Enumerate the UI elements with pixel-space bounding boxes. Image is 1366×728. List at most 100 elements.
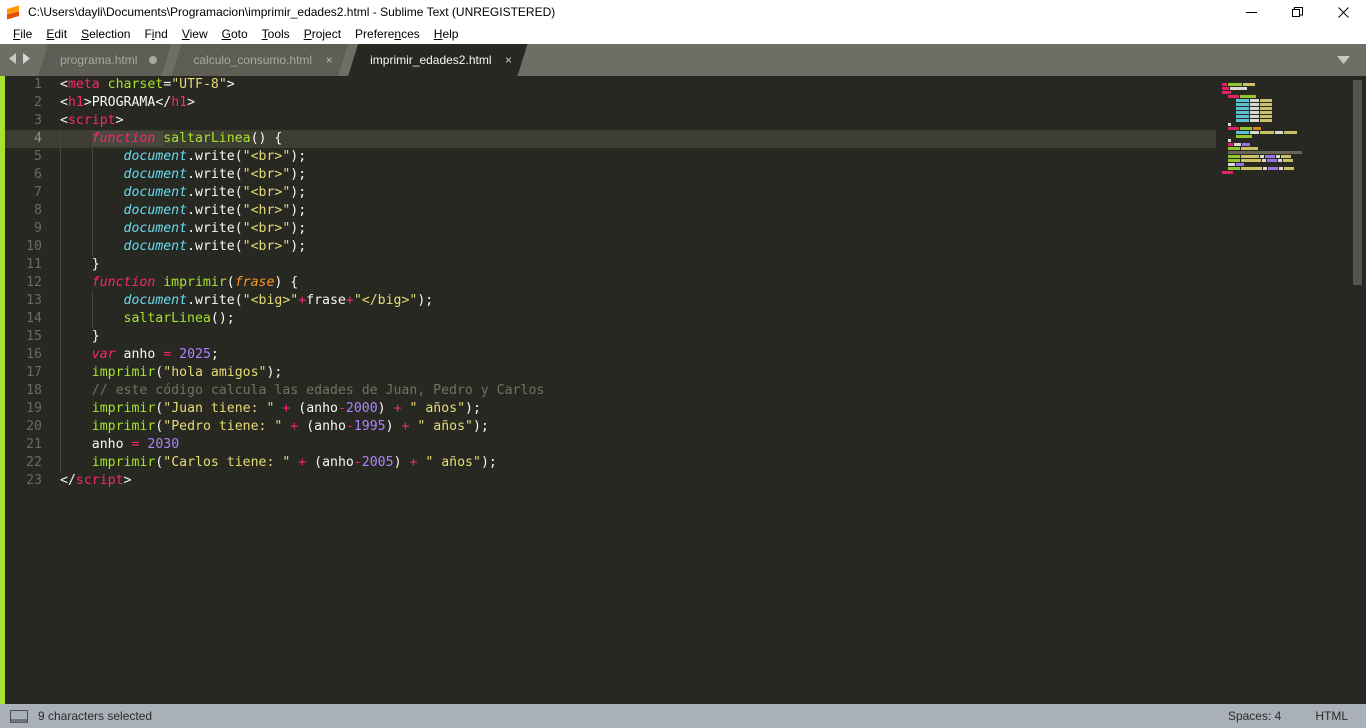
code-line[interactable]: <meta charset="UTF-8"> [50,76,1366,94]
menu-item-find[interactable]: Find [137,24,174,44]
code-line[interactable]: function imprimir(frase) { [50,274,1366,292]
tab-overflow-menu-button[interactable] [1330,44,1356,76]
minimize-button[interactable] [1228,0,1274,24]
menu-item-goto[interactable]: Goto [215,24,255,44]
code-line[interactable]: document.write("<big>"+frase+"</big>"); [50,292,1366,310]
minimap-segment [1228,138,1232,142]
code-line[interactable]: saltarLinea(); [50,310,1366,328]
code-token-punct: ); [266,365,283,380]
code-line[interactable]: function saltarLinea() { [50,130,1366,148]
code-line[interactable]: } [50,328,1366,346]
code-line[interactable]: document.write("<hr>"); [50,202,1366,220]
code-token-string: " años" [409,401,466,416]
minimap-segment [1284,130,1298,134]
code-token-fn: imprimir [91,401,156,416]
minimap-segment [1250,110,1260,114]
menu-item-tools[interactable]: Tools [255,24,297,44]
code-token-param: frase [234,275,275,290]
code-token-string: "Juan tiene: " [163,401,275,416]
code-line[interactable]: <h1>PROGRAMA</h1> [50,94,1366,112]
tab-list: programa.html calculo_consumo.html × imprim… [38,44,528,76]
code-editor[interactable]: 1 2 3 4 5 6 7 8 9 10 11 12 13 14 15 16 17 18 19 20 21 22 23 <m… [0,76,1366,704]
code-line[interactable]: document.write("<br>"); [50,148,1366,166]
tab-close-icon[interactable]: × [504,54,514,66]
status-bar: 9 characters selected Spaces: 4 HTML [0,704,1366,728]
minimap-segment [1278,158,1283,162]
indent-guide [91,220,93,238]
code-line[interactable]: imprimir("Pedro tiene: " + (anho-1995) +… [50,418,1366,436]
chevron-right-icon[interactable] [22,51,31,69]
line-number: 10 [26,239,42,254]
indent-guide [60,184,61,202]
chevron-left-icon[interactable] [8,51,17,69]
code-token-tag: h1 [67,95,84,110]
tab-imprimir_edades2-html[interactable]: imprimir_edades2.html × [348,44,527,76]
code-line[interactable]: document.write("<br>"); [50,166,1366,184]
menu-item-file[interactable]: File [6,24,39,44]
code-token-plain: frase [306,293,346,308]
code-token-op: + [345,293,354,308]
code-line[interactable]: // este código calcula las edades de Jua… [50,382,1366,400]
sidebar-toggle-icon[interactable] [10,709,28,723]
selection-status: 9 characters selected [38,709,153,723]
code-token-num: 2005 [361,455,394,470]
menu-item-selection[interactable]: Selection [74,24,137,44]
code-token-num: 2000 [345,401,378,416]
indentation-status[interactable]: Spaces: 4 [1228,709,1281,723]
menu-item-view[interactable]: View [175,24,215,44]
menu-item-edit[interactable]: Edit [39,24,74,44]
code-token-obj: document [123,149,188,164]
code-content[interactable]: <meta charset="UTF-8"> <h1>PROGRAMA</h1> <… [50,76,1366,704]
menu-item-preferences[interactable]: Preferences [348,24,427,44]
code-token-punct: ); [417,293,434,308]
window-controls [1228,0,1366,24]
minimap-segment [1243,82,1255,86]
tab-close-icon[interactable]: × [324,54,334,66]
code-token-punct: () { [250,131,283,146]
code-line[interactable]: <script> [50,112,1366,130]
code-line[interactable]: } [50,256,1366,274]
minimap-segment [1228,162,1236,166]
code-line[interactable]: document.write("<br>"); [50,238,1366,256]
syntax-status[interactable]: HTML [1315,709,1348,723]
tab-label: programa.html [60,53,138,67]
code-token-punct: </ [60,473,76,488]
indent-guide [60,148,61,166]
minimap[interactable] [1216,76,1350,704]
menu-item-help[interactable]: Help [427,24,466,44]
code-token-punct: } [91,329,100,344]
code-token-punct: > [226,77,235,92]
vertical-scrollbar[interactable] [1350,76,1366,704]
indent-guide [60,166,61,184]
code-line[interactable]: </script> [50,472,1366,490]
minimap-segment [1228,142,1234,146]
code-token-punct: } [91,257,100,272]
code-line[interactable]: document.write("<br>"); [50,220,1366,238]
tab-calculo_consumo-html[interactable]: calculo_consumo.html × [171,44,348,76]
code-token-obj: document [123,167,188,182]
code-line[interactable]: var anho = 2025; [50,346,1366,364]
code-line[interactable]: document.write("<br>"); [50,184,1366,202]
code-token-num: 1995 [353,419,386,434]
minimap-segment [1230,86,1247,90]
code-token-punct: ( [226,275,235,290]
line-number: 9 [34,221,42,236]
tab-modified-indicator[interactable] [149,56,157,64]
scrollbar-thumb[interactable] [1353,80,1362,285]
code-line[interactable]: anho = 2030 [50,436,1366,454]
close-button[interactable] [1320,0,1366,24]
code-line[interactable]: imprimir("hola amigos"); [50,364,1366,382]
code-line[interactable]: imprimir("Juan tiene: " + (anho-2000) + … [50,400,1366,418]
restore-button[interactable] [1274,0,1320,24]
code-token-punct: ); [290,185,307,200]
menu-item-project[interactable]: Project [297,24,348,44]
code-token-tag: script [75,473,124,488]
minimap-segment [1228,146,1241,150]
tab-programa-html[interactable]: programa.html [38,44,171,76]
indent-guide [60,400,61,418]
code-line[interactable]: imprimir("Carlos tiene: " + (anho-2005) … [50,454,1366,472]
indent-guide [60,346,61,364]
code-token-punct: ); [290,149,307,164]
